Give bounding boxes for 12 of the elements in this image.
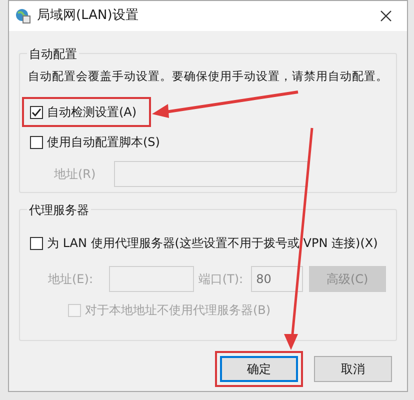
- dialog-button[interactable]: 取消: [314, 356, 392, 382]
- window-title: 局域网(LAN)设置: [37, 7, 140, 26]
- group-title: 自动配置: [27, 45, 79, 63]
- checkbox-label[interactable]: 使用自动配置脚本(S): [47, 133, 160, 152]
- checkbox-label[interactable]: 自动检测设置(A): [47, 103, 137, 122]
- field-label: 地址(E):: [48, 271, 93, 288]
- group-title: 代理服务器: [27, 201, 91, 219]
- description-text: 自动配置会覆盖手动设置。要确保使用手动设置，请禁用自动配置。: [28, 68, 388, 85]
- field-label: 端口(T):: [198, 271, 244, 288]
- dialog-button[interactable]: 确定: [220, 356, 298, 382]
- checkbox-label[interactable]: 为 LAN 使用代理服务器(这些设置不用于拨号或 VPN 连接)(X): [47, 234, 378, 252]
- field-label: 地址(R): [54, 166, 96, 184]
